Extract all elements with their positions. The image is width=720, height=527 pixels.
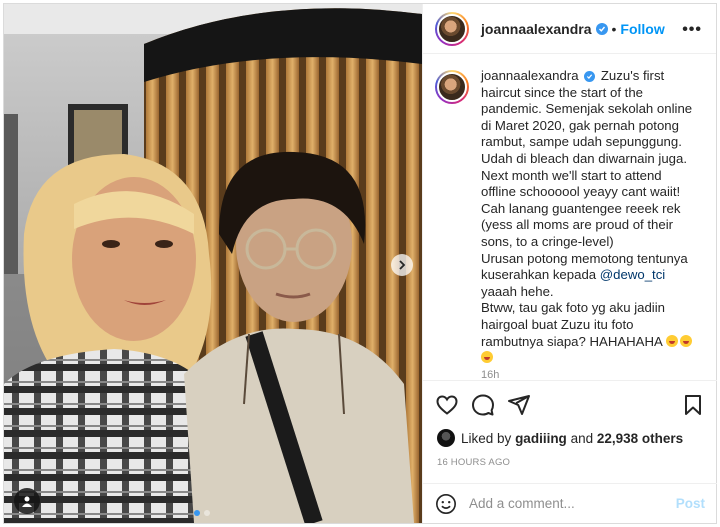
next-photo-button[interactable] <box>391 254 413 276</box>
likes-summary: Liked by gadiiing and 22,938 others <box>437 429 683 447</box>
avatar[interactable] <box>437 429 455 447</box>
caption-line: (yess all moms are proud of their <box>481 217 674 233</box>
comment-button[interactable] <box>471 393 495 417</box>
caption-line: yaaah hehe. <box>481 283 554 299</box>
caption-line: offline schoooool yeayy cant waiit! <box>481 184 681 200</box>
more-options-button[interactable]: ••• <box>682 21 702 39</box>
verified-badge-icon <box>595 22 608 35</box>
comment-bar: Post <box>423 483 717 523</box>
post-header: joannaalexandra • Follow ••• <box>423 4 716 54</box>
carousel-dot <box>194 510 200 516</box>
caption-line: Zuzu's first <box>600 68 665 83</box>
comment-icon <box>472 394 494 415</box>
caption-area: joannaalexandra Zuzu's first haircut sin… <box>423 54 717 380</box>
bookmark-icon <box>685 394 701 415</box>
liker-username-link[interactable]: gadiiing <box>515 431 567 446</box>
carousel-dot <box>204 510 210 516</box>
caption-text: joannaalexandra Zuzu's first haircut sin… <box>481 68 694 367</box>
laughing-emoji-icon <box>665 334 678 347</box>
comment-input[interactable] <box>469 496 676 511</box>
caption-username[interactable]: joannaalexandra <box>481 68 579 83</box>
post-timestamp[interactable]: 16 HOURS AGO <box>437 457 510 468</box>
username-link[interactable]: joannaalexandra <box>481 21 592 37</box>
instagram-post: joannaalexandra • Follow ••• joannaalexa… <box>3 3 717 524</box>
caption-line: di Maret 2020, gak pernah potong <box>481 117 679 133</box>
caption-line: sons, to a cringe-level) <box>481 233 614 249</box>
chevron-right-icon <box>399 260 406 270</box>
likes-prefix: Liked by <box>461 430 512 446</box>
post-photo-image <box>4 4 422 523</box>
avatar[interactable] <box>435 70 469 104</box>
avatar[interactable] <box>435 11 469 46</box>
caption-line: hairgoal buat Zuzu itu foto <box>481 316 634 332</box>
emoji-picker-button[interactable] <box>435 493 457 515</box>
post-sidebar: joannaalexandra • Follow ••• joannaalexa… <box>422 4 717 523</box>
likes-conjunction: and <box>570 430 594 446</box>
caption-line: rambut, sampe udah sepunggung. <box>481 134 682 150</box>
post-photo[interactable] <box>4 4 422 523</box>
laughing-emoji-icon <box>679 334 692 347</box>
caption-line: rambutnya siapa? HAHAHAHA <box>481 333 663 349</box>
caption-line: haircut since the start of the <box>481 84 643 100</box>
post-comment-button[interactable]: Post <box>676 496 705 511</box>
follow-button[interactable]: Follow <box>620 21 664 37</box>
share-icon <box>508 394 530 415</box>
smile-icon <box>436 493 456 514</box>
separator: • <box>611 20 617 37</box>
caption-line: kuserahkan kepada <box>481 267 597 283</box>
verified-badge-icon <box>584 71 596 82</box>
heart-icon <box>436 394 458 415</box>
save-button[interactable] <box>681 393 705 417</box>
like-button[interactable] <box>435 393 459 417</box>
tagged-users-button[interactable] <box>14 488 40 514</box>
mention-link[interactable]: @dewo_tci <box>600 267 665 282</box>
caption-line: Cah lanang guantengee reeek rek <box>481 200 681 216</box>
carousel-indicator <box>194 510 210 516</box>
share-button[interactable] <box>507 393 531 417</box>
caption-line: Next month we'll start to attend <box>481 167 662 183</box>
likes-count-link[interactable]: 22,938 others <box>597 431 683 446</box>
user-tag-icon <box>22 496 32 507</box>
caption-line: Btww, tau gak foto yg aku jadiin <box>481 300 665 316</box>
action-bar <box>423 380 717 428</box>
caption-line: pandemic. Semenjak sekolah online <box>481 101 693 117</box>
caption-line: Urusan potong memotong tentunya <box>481 250 688 266</box>
caption-time[interactable]: 16h <box>481 369 705 380</box>
laughing-emoji-icon <box>481 351 493 364</box>
caption-line: Udah di bleach dan diwarnain juga. <box>481 150 688 166</box>
